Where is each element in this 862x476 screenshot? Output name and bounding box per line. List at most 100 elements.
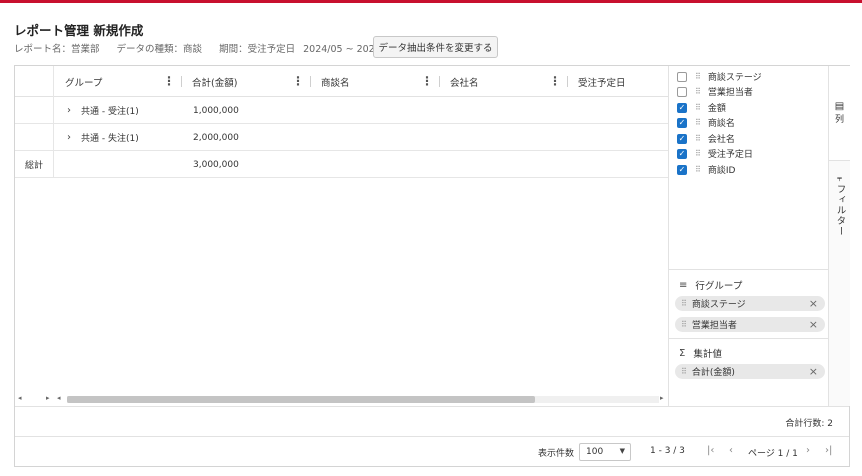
last-page-icon[interactable]: ›| [825,445,832,456]
data-type: データの種類：商談 [116,44,203,55]
checkbox[interactable] [677,71,687,82]
drag-handle-icon[interactable]: ⠿ [681,320,687,329]
group-label: 共通 - 受注(1) [81,107,139,117]
aggregate-chip[interactable]: ⠿ 合計(金額) × [675,364,825,379]
column-option[interactable]: ✓ ⠿ 会社名 [677,131,735,146]
scroll-left-icon[interactable]: ◂ [57,394,61,402]
chip-label: 営業担当者 [691,321,737,331]
section-divider [669,338,829,339]
tab-columns[interactable]: ▤ 列 [829,66,850,160]
tab-divider [829,160,850,161]
drag-handle-icon[interactable]: ⠿ [695,72,701,81]
col-resizer[interactable] [310,76,311,87]
column-option-label: 金額 [707,104,726,114]
scroll-left-icon[interactable]: ◂ [18,394,22,402]
aggregate-title: Σ 集計値 [679,346,722,361]
col-resizer[interactable] [567,76,568,87]
drag-handle-icon[interactable]: ⠿ [681,299,687,308]
drag-handle-icon[interactable]: ⠿ [695,165,701,174]
drag-handle-icon[interactable]: ⠿ [695,134,701,143]
scroll-right-icon[interactable]: ▸ [46,394,50,402]
column-option-label: 営業担当者 [707,88,753,98]
grid-header: グループ ⋮ 合計(金額) ⋮ 商談名 ⋮ 会社名 ⋮ 受注予定日 [15,66,668,97]
chevron-right-icon[interactable]: › [67,105,71,116]
col-menu-icon[interactable]: ⋮ [163,74,175,88]
col-menu-icon[interactable]: ⋮ [549,74,561,88]
horizontal-scrollbar[interactable]: ◂ ▸ ◂ ▸ [15,393,668,405]
column-option-label: 商談名 [707,119,735,129]
drag-handle-icon[interactable]: ⠿ [681,367,687,376]
col-header-deal-name[interactable]: 商談名 [321,66,350,97]
per-page-label: 表示件数 [538,449,575,459]
group-cell[interactable]: › 共通 - 受注(1) [67,97,139,124]
per-page-value: 100 [586,447,604,457]
column-option[interactable]: ✓ ⠿ 商談名 [677,115,735,130]
chip-label: 合計(金額) [691,368,735,378]
tab-filter[interactable]: ⫧ フィルター [829,174,850,237]
table-row[interactable]: › 共通 - 失注(1) 2,000,000 [15,124,668,151]
column-option-label: 受注予定日 [707,150,753,160]
report-info: レポート名：営業部 データの種類：商談 期間：受注予定日 2024/05 ~ 20… [14,41,410,55]
sigma-icon: Σ [679,347,686,359]
row-group-chip[interactable]: ⠿ 商談ステージ × [675,296,825,311]
total-amount: 3,000,000 [193,159,239,170]
per-page-select[interactable]: 100 ▼ [579,443,631,461]
next-page-icon[interactable]: › [806,445,810,456]
prev-page-icon[interactable]: ‹ [729,445,733,456]
col-resizer[interactable] [181,76,182,87]
scroll-thumb[interactable] [67,396,535,403]
period-label: 期間：受注予定日 [219,44,296,55]
tab-columns-label: 列 [834,115,844,125]
total-label: 総計 [25,161,44,171]
drag-handle-icon[interactable]: ⠿ [695,103,701,112]
column-option-label: 会社名 [707,135,735,145]
group-cell[interactable]: › 共通 - 失注(1) [67,124,139,151]
column-option[interactable]: ✓ ⠿ 商談ID [677,162,735,177]
checkbox-checked[interactable]: ✓ [677,164,687,175]
page-indicator: ページ 1 / 1 [748,449,798,459]
col-menu-icon[interactable]: ⋮ [292,74,304,88]
top-accent-bar [0,0,862,3]
amount-cell: 2,000,000 [193,132,239,143]
close-icon[interactable]: × [809,297,818,310]
drag-handle-icon[interactable]: ⠿ [695,118,701,127]
group-label: 共通 - 失注(1) [81,134,139,144]
close-icon[interactable]: × [809,365,818,378]
column-option-label: 商談ID [707,166,736,176]
checkbox-checked[interactable]: ✓ [677,117,687,128]
filter-icon: ⫧ [836,174,843,184]
drag-handle-icon[interactable]: ⠿ [695,87,701,96]
chevron-right-icon[interactable]: › [67,132,71,143]
row-group-chip[interactable]: ⠿ 営業担当者 × [675,317,825,332]
column-option-label: 商談ステージ [707,73,762,83]
col-header-expected-date[interactable]: 受注予定日 [578,66,626,97]
drag-handle-icon[interactable]: ⠿ [695,149,701,158]
checkbox-checked[interactable]: ✓ [677,133,687,144]
checkbox[interactable] [677,86,687,97]
col-resizer[interactable] [439,76,440,87]
amount-cell: 1,000,000 [193,105,239,116]
column-option[interactable]: ✓ ⠿ 金額 [677,100,726,115]
col-header-amount[interactable]: 合計(金額) [192,66,237,97]
close-icon[interactable]: × [809,318,818,331]
checkbox-checked[interactable]: ✓ [677,148,687,159]
row-group-icon: ≡ [679,279,688,291]
section-divider [669,269,829,270]
column-option[interactable]: ⠿ 商談ステージ [677,69,762,84]
column-option[interactable]: ✓ ⠿ 受注予定日 [677,146,753,161]
scroll-right-icon[interactable]: ▸ [660,394,664,402]
col-header-group[interactable]: グループ [65,66,102,97]
data-grid: グループ ⋮ 合計(金額) ⋮ 商談名 ⋮ 会社名 ⋮ 受注予定日 › 共通 -… [15,66,668,406]
summary-bar: 合計行数: 2 [15,406,849,436]
report-panel: グループ ⋮ 合計(金額) ⋮ 商談名 ⋮ 会社名 ⋮ 受注予定日 › 共通 -… [14,65,850,467]
col-header-company[interactable]: 会社名 [450,66,479,97]
col-menu-icon[interactable]: ⋮ [421,74,433,88]
column-option[interactable]: ⠿ 営業担当者 [677,84,753,99]
checkbox-checked[interactable]: ✓ [677,102,687,113]
change-extraction-button[interactable]: データ抽出条件を変更する [373,36,498,58]
caret-down-icon: ▼ [619,447,625,455]
row-group-title: ≡ 行グループ [679,278,742,293]
table-row[interactable]: › 共通 - 受注(1) 1,000,000 [15,97,668,124]
aggregate-label: 集計値 [693,349,722,360]
first-page-icon[interactable]: |‹ [707,445,714,456]
